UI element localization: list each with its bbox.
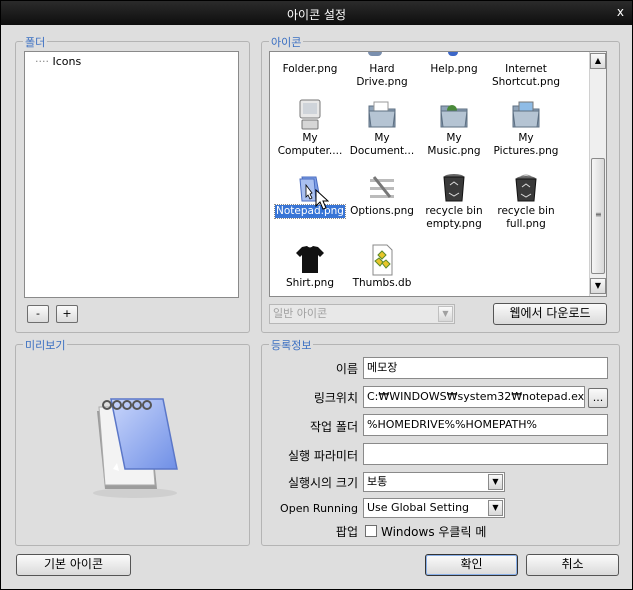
- tree-node-label: Icons: [52, 55, 82, 68]
- name-field[interactable]: 메모장: [363, 357, 608, 379]
- icon-item-label: Shirt.png: [286, 277, 334, 289]
- tree-node-icons[interactable]: ···· Icons: [35, 55, 81, 68]
- run-parameter-label: 실행 파라미터: [287, 449, 358, 463]
- remove-folder-button[interactable]: -: [27, 305, 49, 323]
- popup-label: 팝업: [335, 525, 358, 539]
- chevron-down-icon: ▼: [488, 474, 503, 490]
- icon-item-my-documents[interactable]: My Document...: [346, 98, 418, 158]
- link-location-field[interactable]: C:₩WINDOWS₩system32₩notepad.exe: [363, 386, 585, 408]
- close-button[interactable]: x: [617, 5, 624, 19]
- registration-info-legend: 등록정보: [269, 337, 314, 353]
- tree-connector-icon: ····: [35, 55, 49, 68]
- windows-context-menu-checkbox[interactable]: [365, 525, 377, 537]
- folder-group-legend: 폴더: [23, 34, 48, 50]
- icon-item-label: My Computer....: [277, 132, 343, 157]
- chevron-down-icon: ▼: [488, 500, 503, 516]
- icon-item-label: Folder.png: [282, 63, 338, 75]
- my-documents-folder-icon: [366, 98, 398, 130]
- icon-item-label: Thumbs.db: [352, 277, 412, 289]
- icon-item-my-pictures[interactable]: My Pictures.png: [490, 98, 562, 158]
- run-parameter-field[interactable]: [363, 443, 608, 465]
- title-bar[interactable]: 아이콘 설정 x: [1, 1, 632, 25]
- scroll-thumb[interactable]: ≡: [591, 158, 605, 274]
- my-pictures-folder-icon: [510, 98, 542, 130]
- link-location-label: 링크위치: [313, 391, 358, 405]
- my-music-folder-icon: [438, 98, 470, 130]
- add-folder-button[interactable]: +: [56, 305, 78, 323]
- icon-item-label: My Music.png: [427, 132, 481, 157]
- scroll-up-button[interactable]: ▲: [590, 53, 606, 69]
- chevron-down-icon: ▼: [438, 306, 453, 322]
- hard-drive-icon: [368, 52, 382, 56]
- icon-item-label: Hard Drive.png: [356, 63, 408, 88]
- icon-item-label: Notepad.png: [274, 204, 346, 219]
- windows-context-menu-label: Windows 우클릭 메: [381, 525, 487, 539]
- recycle-bin-full-icon: [510, 171, 542, 203]
- run-size-combo[interactable]: 보통 ▼: [363, 472, 505, 492]
- window-title: 아이콘 설정: [286, 8, 346, 22]
- icon-item-help[interactable]: Help.png: [418, 63, 490, 76]
- my-computer-icon: [294, 98, 326, 130]
- icon-item-hard-drive[interactable]: Hard Drive.png: [346, 63, 418, 89]
- run-size-value: 보통: [367, 475, 388, 488]
- shirt-icon: [294, 243, 326, 275]
- icon-item-label: My Document...: [349, 132, 415, 157]
- working-folder-field[interactable]: %HOMEDRIVE%%HOMEPATH%: [363, 414, 608, 436]
- icon-type-value: 일반 아이콘: [273, 307, 328, 320]
- icon-item-label: Options.png: [350, 205, 414, 217]
- icon-item-thumbs-db[interactable]: Thumbs.db: [346, 243, 418, 290]
- icon-list-scrollbar[interactable]: ▲ ≡ ▼: [589, 52, 606, 296]
- name-label: 이름: [335, 362, 358, 376]
- default-icon-button[interactable]: 기본 아이콘: [16, 554, 131, 576]
- icon-item-label: recycle bin full.png: [497, 205, 555, 230]
- icon-item-notepad[interactable]: Notepad.png: [274, 171, 346, 219]
- grip-icon: ≡: [595, 210, 602, 219]
- preview-group-legend: 미리보기: [23, 337, 68, 353]
- open-running-combo[interactable]: Use Global Setting ▼: [363, 498, 505, 518]
- thumbs-db-icon: [366, 243, 398, 276]
- open-running-value: Use Global Setting: [367, 501, 470, 514]
- icon-settings-dialog: 아이콘 설정 x 폴더 ···· Icons - + 아이콘 Folder.pn…: [0, 0, 633, 590]
- icon-item-label: recycle bin empty.png: [425, 205, 483, 230]
- icon-group-legend: 아이콘: [269, 34, 304, 50]
- cancel-button[interactable]: 취소: [526, 554, 619, 576]
- recycle-bin-empty-icon: [438, 171, 470, 203]
- help-icon: [448, 52, 458, 56]
- icon-item-label: Help.png: [430, 63, 478, 75]
- browse-button[interactable]: ...: [588, 388, 608, 408]
- run-size-label: 실행시의 크기: [287, 476, 358, 490]
- icon-type-combo[interactable]: 일반 아이콘 ▼: [269, 304, 455, 324]
- icon-item-shirt[interactable]: Shirt.png: [274, 243, 346, 290]
- scroll-down-button[interactable]: ▼: [590, 278, 606, 294]
- options-icon: [366, 171, 398, 203]
- icon-item-options[interactable]: Options.png: [346, 171, 418, 218]
- working-folder-label: 작업 폴더: [310, 420, 358, 434]
- icon-item-label: Internet Shortcut.png: [491, 63, 561, 88]
- down-arrow-icon: ▼: [594, 281, 602, 290]
- folder-tree[interactable]: ···· Icons: [24, 51, 239, 298]
- icon-item-my-computer[interactable]: My Computer....: [274, 98, 346, 158]
- mouse-cursor-icon: [315, 188, 330, 211]
- open-running-label: Open Running: [280, 502, 358, 515]
- up-arrow-icon: ▲: [594, 56, 602, 65]
- ok-button[interactable]: 확인: [425, 554, 518, 576]
- icon-item-recycle-bin-empty[interactable]: recycle bin empty.png: [418, 171, 490, 231]
- icon-item-my-music[interactable]: My Music.png: [418, 98, 490, 158]
- icon-item-label: My Pictures.png: [493, 132, 559, 157]
- notepad-preview-icon: [83, 389, 183, 499]
- download-from-web-button[interactable]: 웹에서 다운로드: [493, 303, 607, 325]
- icon-list[interactable]: Folder.png Hard Drive.png Help.png Inter…: [269, 51, 607, 297]
- icon-item-folder[interactable]: Folder.png: [274, 63, 346, 76]
- icon-item-internet-shortcut[interactable]: Internet Shortcut.png: [490, 63, 562, 89]
- icon-item-recycle-bin-full[interactable]: recycle bin full.png: [490, 171, 562, 231]
